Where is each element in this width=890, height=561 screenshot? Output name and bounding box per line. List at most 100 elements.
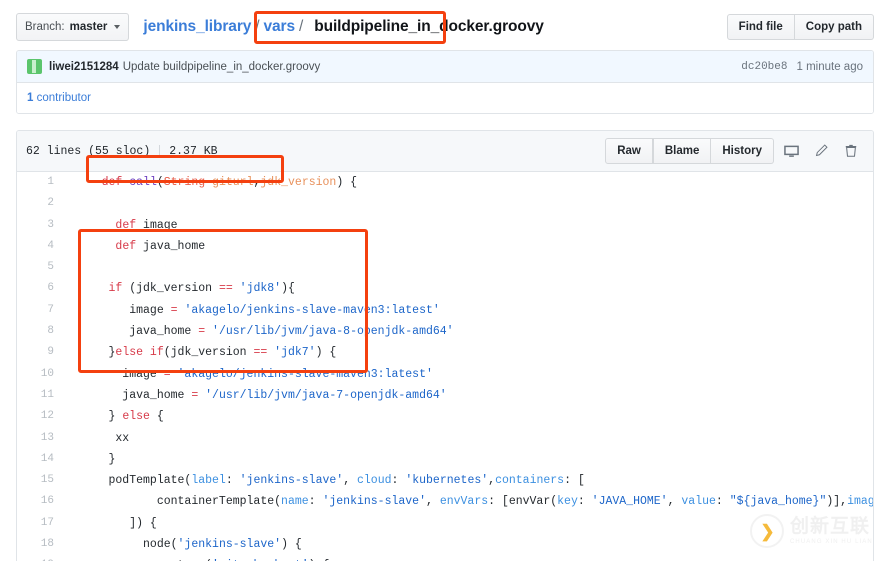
line-content: image = 'akagelo/jenkins-slave-maven3:la… bbox=[64, 300, 873, 321]
code-line: 2 bbox=[17, 193, 873, 214]
avatar bbox=[27, 59, 42, 74]
commit-sha[interactable]: dc20be8 bbox=[741, 61, 787, 73]
line-content: } bbox=[64, 449, 873, 470]
line-content: }else if(jdk_version == 'jdk7') { bbox=[64, 342, 873, 363]
branch-label: Branch: bbox=[25, 21, 65, 33]
code-line: 16 containerTemplate(name: 'jenkins-slav… bbox=[17, 491, 873, 512]
file-button-group: Raw Blame History bbox=[605, 138, 774, 164]
code-line: 8 java_home = '/usr/lib/jvm/java-8-openj… bbox=[17, 321, 873, 342]
contributors-count: 1 bbox=[27, 92, 33, 104]
line-number[interactable]: 15 bbox=[17, 470, 64, 491]
blame-button[interactable]: Blame bbox=[653, 138, 712, 164]
code-line: 17 ]) { bbox=[17, 513, 873, 534]
contributors-row[interactable]: 1 contributor bbox=[17, 83, 873, 113]
trash-icon[interactable] bbox=[838, 140, 864, 162]
code-line: 19 stage('git-checkout') { bbox=[17, 555, 873, 561]
code-line: 3 def image bbox=[17, 215, 873, 236]
breadcrumb-separator: / bbox=[299, 18, 303, 36]
line-content: node('jenkins-slave') { bbox=[64, 534, 873, 555]
line-number[interactable]: 10 bbox=[17, 364, 64, 385]
line-number[interactable]: 11 bbox=[17, 385, 64, 406]
code-line: 7 image = 'akagelo/jenkins-slave-maven3:… bbox=[17, 300, 873, 321]
latest-commit-box: liwei2151284 Update buildpipeline_in_doc… bbox=[16, 50, 874, 114]
line-number[interactable]: 19 bbox=[17, 555, 64, 561]
line-number[interactable]: 18 bbox=[17, 534, 64, 555]
line-content: xx bbox=[64, 428, 873, 449]
commit-author[interactable]: liwei2151284 bbox=[49, 61, 119, 73]
line-number[interactable]: 9 bbox=[17, 342, 64, 363]
code-line: 9 }else if(jdk_version == 'jdk7') { bbox=[17, 342, 873, 363]
line-content: def call(String giturl,jdk_version) { bbox=[64, 172, 873, 193]
breadcrumb-repo-link[interactable]: jenkins_library bbox=[143, 18, 251, 36]
raw-button[interactable]: Raw bbox=[605, 138, 653, 164]
code-line: 11 java_home = '/usr/lib/jvm/java-7-open… bbox=[17, 385, 873, 406]
line-number[interactable]: 13 bbox=[17, 428, 64, 449]
line-number[interactable]: 4 bbox=[17, 236, 64, 257]
line-number[interactable]: 1 bbox=[17, 172, 64, 193]
line-number[interactable]: 2 bbox=[17, 193, 64, 214]
line-content bbox=[64, 193, 873, 214]
code-viewer: 1 def call(String giturl,jdk_version) {2… bbox=[17, 172, 873, 561]
line-content: ]) { bbox=[64, 513, 873, 534]
file-box: 62 lines (55 sloc) 2.37 KB Raw Blame His… bbox=[16, 130, 874, 561]
history-button[interactable]: History bbox=[711, 138, 774, 164]
line-number[interactable]: 8 bbox=[17, 321, 64, 342]
desktop-icon[interactable] bbox=[778, 140, 804, 162]
line-number[interactable]: 6 bbox=[17, 278, 64, 299]
line-content: def image bbox=[64, 215, 873, 236]
code-body: 1 def call(String giturl,jdk_version) {2… bbox=[17, 172, 873, 561]
find-file-button[interactable]: Find file bbox=[727, 14, 795, 40]
branch-name: master bbox=[70, 21, 108, 33]
code-line: 4 def java_home bbox=[17, 236, 873, 257]
contributors-label: contributor bbox=[37, 92, 91, 104]
code-line: 14 } bbox=[17, 449, 873, 470]
line-number[interactable]: 14 bbox=[17, 449, 64, 470]
header-button-group: Find file Copy path bbox=[727, 14, 874, 40]
code-line: 1 def call(String giturl,jdk_version) { bbox=[17, 172, 873, 193]
commit-time: 1 minute ago bbox=[797, 61, 864, 73]
line-number[interactable]: 3 bbox=[17, 215, 64, 236]
line-content: def java_home bbox=[64, 236, 873, 257]
line-number[interactable]: 17 bbox=[17, 513, 64, 534]
line-content: java_home = '/usr/lib/jvm/java-7-openjdk… bbox=[64, 385, 873, 406]
line-number[interactable]: 16 bbox=[17, 491, 64, 512]
code-line: 10 image = 'akagelo/jenkins-slave-maven3… bbox=[17, 364, 873, 385]
breadcrumb-filename: buildpipeline_in_docker.groovy bbox=[307, 15, 550, 40]
file-header: Branch: master jenkins_library / vars / … bbox=[0, 0, 890, 50]
line-number[interactable]: 12 bbox=[17, 406, 64, 427]
line-content: } else { bbox=[64, 406, 873, 427]
copy-path-button[interactable]: Copy path bbox=[795, 14, 874, 40]
line-content bbox=[64, 257, 873, 278]
breadcrumb-separator: / bbox=[255, 18, 259, 36]
file-actions: Raw Blame History bbox=[605, 138, 864, 164]
header-actions: Find file Copy path bbox=[727, 14, 874, 40]
commit-row: liwei2151284 Update buildpipeline_in_doc… bbox=[17, 51, 873, 83]
line-content: stage('git-checkout') { bbox=[64, 555, 873, 561]
github-file-view-page: Branch: master jenkins_library / vars / … bbox=[0, 0, 890, 561]
line-number[interactable]: 5 bbox=[17, 257, 64, 278]
line-content: podTemplate(label: 'jenkins-slave', clou… bbox=[64, 470, 873, 491]
code-line: 12 } else { bbox=[17, 406, 873, 427]
code-line: 13 xx bbox=[17, 428, 873, 449]
file-toolbar: 62 lines (55 sloc) 2.37 KB Raw Blame His… bbox=[17, 131, 873, 172]
pencil-icon[interactable] bbox=[808, 140, 834, 162]
code-line: 6 if (jdk_version == 'jdk8'){ bbox=[17, 278, 873, 299]
breadcrumb: jenkins_library / vars / buildpipeline_i… bbox=[143, 15, 549, 40]
code-line: 5 bbox=[17, 257, 873, 278]
commit-meta: dc20be8 1 minute ago bbox=[741, 61, 863, 73]
code-line: 15 podTemplate(label: 'jenkins-slave', c… bbox=[17, 470, 873, 491]
file-size: 2.37 KB bbox=[169, 145, 217, 158]
chevron-down-icon bbox=[114, 25, 120, 29]
meta-divider bbox=[159, 145, 160, 158]
code-table: 1 def call(String giturl,jdk_version) {2… bbox=[17, 172, 873, 561]
file-meta: 62 lines (55 sloc) 2.37 KB bbox=[26, 145, 218, 158]
branch-selector[interactable]: Branch: master bbox=[16, 13, 129, 41]
line-content: containerTemplate(name: 'jenkins-slave',… bbox=[64, 491, 873, 512]
line-number[interactable]: 7 bbox=[17, 300, 64, 321]
code-line: 18 node('jenkins-slave') { bbox=[17, 534, 873, 555]
file-lines-info: 62 lines (55 sloc) bbox=[26, 145, 150, 158]
breadcrumb-folder-link[interactable]: vars bbox=[264, 18, 296, 36]
commit-message[interactable]: Update buildpipeline_in_docker.groovy bbox=[123, 61, 321, 73]
line-content: if (jdk_version == 'jdk8'){ bbox=[64, 278, 873, 299]
line-content: java_home = '/usr/lib/jvm/java-8-openjdk… bbox=[64, 321, 873, 342]
